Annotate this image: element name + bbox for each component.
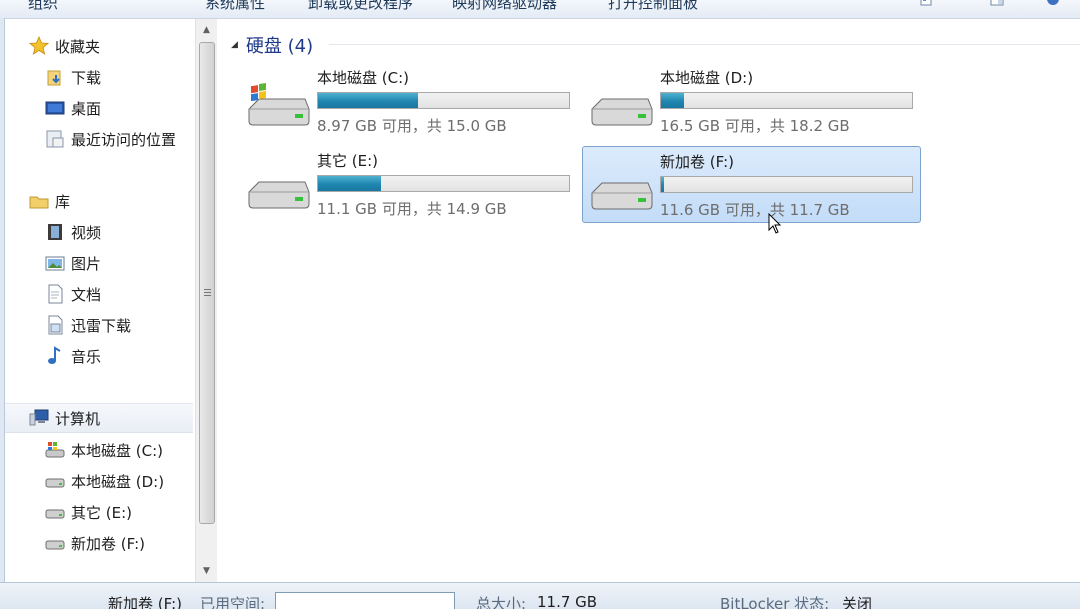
nav-favorites-label: 收藏夹 bbox=[55, 37, 101, 56]
nav-item-drive-c[interactable]: 本地磁盘 (C:) bbox=[45, 437, 195, 463]
drive-icon bbox=[591, 98, 653, 126]
nav-item-label: 文档 bbox=[71, 285, 102, 304]
drive-usage-bar bbox=[317, 175, 570, 192]
drive-name: 本地磁盘 (D:) bbox=[660, 69, 754, 87]
drive-usage-fill bbox=[318, 176, 381, 191]
drive-free-space: 11.6 GB 可用，共 11.7 GB bbox=[660, 201, 850, 219]
drive-name: 本地磁盘 (C:) bbox=[317, 69, 409, 87]
drive-usage-bar bbox=[317, 92, 570, 109]
details-used-space-label: 已用空间: bbox=[200, 595, 266, 609]
library-icon bbox=[29, 191, 49, 211]
content-pane: ◢ 硬盘 (4) 本地磁盘 (C:) 8.97 GB 可用，共 15.0 GB … bbox=[217, 19, 1080, 582]
drive-free-space: 16.5 GB 可用，共 18.2 GB bbox=[660, 117, 850, 135]
group-divider bbox=[329, 44, 1080, 45]
drive-icon bbox=[45, 471, 65, 491]
details-pane: 新加卷 (F:) 已用空间: 总大小: 11.7 GB BitLocker 状态… bbox=[0, 582, 1080, 609]
windows-drive-icon bbox=[248, 83, 310, 126]
drive-free-space: 8.97 GB 可用，共 15.0 GB bbox=[317, 117, 507, 135]
nav-libraries-label: 库 bbox=[55, 192, 71, 211]
drive-free-space: 11.1 GB 可用，共 14.9 GB bbox=[317, 200, 507, 218]
drive-icon bbox=[591, 182, 653, 210]
nav-item-label: 桌面 bbox=[71, 99, 102, 118]
command-bar: 组织 系统属性 卸载或更改程序 映射网络驱动器 打开控制面板 bbox=[0, 0, 1080, 19]
recent-places-icon bbox=[45, 129, 65, 149]
drive-usage-fill bbox=[661, 177, 664, 192]
hard-disks-group-header[interactable]: ◢ 硬盘 (4) bbox=[231, 32, 313, 58]
nav-libraries[interactable]: 库 bbox=[29, 188, 189, 214]
document-icon bbox=[45, 284, 65, 304]
nav-item-label: 新加卷 (F:) bbox=[71, 534, 145, 553]
drive-usage-bar bbox=[660, 92, 913, 109]
drive-icon bbox=[248, 181, 310, 209]
details-bitlocker-value: 关闭 bbox=[842, 595, 873, 609]
desktop-icon bbox=[45, 98, 65, 118]
nav-computer[interactable]: 计算机 bbox=[5, 403, 193, 433]
view-options-icon[interactable] bbox=[920, 0, 934, 8]
drive-usage-bar bbox=[660, 176, 913, 193]
details-bitlocker-label: BitLocker 状态: bbox=[720, 595, 830, 609]
nav-item-label: 视频 bbox=[71, 223, 102, 242]
toolbar-control-panel-button[interactable]: 打开控制面板 bbox=[608, 0, 698, 13]
download-library-icon bbox=[45, 315, 65, 335]
music-note-icon bbox=[45, 346, 65, 366]
star-icon bbox=[29, 36, 49, 56]
windows-drive-icon bbox=[45, 440, 65, 460]
preview-pane-icon[interactable] bbox=[990, 0, 1004, 8]
nav-item-label: 音乐 bbox=[71, 347, 102, 366]
nav-item-desktop[interactable]: 桌面 bbox=[45, 95, 195, 121]
mouse-cursor-icon bbox=[768, 213, 782, 234]
drive-name: 其它 (E:) bbox=[317, 152, 379, 170]
details-total-size-label: 总大小: bbox=[476, 595, 527, 609]
nav-item-label: 本地磁盘 (D:) bbox=[71, 472, 165, 491]
collapse-triangle-icon[interactable]: ◢ bbox=[231, 40, 238, 50]
drive-usage-fill bbox=[318, 93, 419, 108]
nav-item-label: 本地磁盘 (C:) bbox=[71, 441, 163, 460]
toolbar-map-drive-button[interactable]: 映射网络驱动器 bbox=[452, 0, 557, 13]
drive-tile-c[interactable]: 本地磁盘 (C:) 8.97 GB 可用，共 15.0 GB bbox=[241, 67, 577, 141]
drive-tile-f[interactable]: 新加卷 (F:) 11.6 GB 可用，共 11.7 GB bbox=[582, 146, 921, 223]
drive-tile-d[interactable]: 本地磁盘 (D:) 16.5 GB 可用，共 18.2 GB bbox=[584, 67, 920, 141]
nav-item-downloads[interactable]: 下载 bbox=[45, 64, 195, 90]
scrollbar-grip-icon bbox=[204, 289, 211, 298]
nav-item-drive-f[interactable]: 新加卷 (F:) bbox=[45, 530, 195, 556]
computer-icon bbox=[29, 408, 49, 428]
nav-item-pictures[interactable]: 图片 bbox=[45, 250, 195, 276]
nav-item-label: 迅雷下载 bbox=[71, 316, 132, 335]
toolbar-organize-button[interactable]: 组织 bbox=[28, 0, 58, 13]
details-used-space-bar bbox=[275, 592, 455, 609]
navigation-scrollbar[interactable]: ▲ ▼ bbox=[195, 19, 218, 582]
picture-icon bbox=[45, 253, 65, 273]
nav-item-drive-e[interactable]: 其它 (E:) bbox=[45, 499, 195, 525]
nav-item-label: 其它 (E:) bbox=[71, 503, 133, 522]
scroll-down-arrow-icon[interactable]: ▼ bbox=[196, 562, 217, 579]
drive-icon bbox=[45, 533, 65, 553]
toolbar-uninstall-button[interactable]: 卸载或更改程序 bbox=[308, 0, 413, 13]
toolbar-system-properties-button[interactable]: 系统属性 bbox=[205, 0, 265, 13]
group-title: 硬盘 (4) bbox=[245, 36, 314, 57]
help-icon[interactable] bbox=[1046, 0, 1060, 8]
drive-name: 新加卷 (F:) bbox=[660, 153, 734, 171]
details-drive-name: 新加卷 (F:) bbox=[108, 595, 182, 609]
scroll-up-arrow-icon[interactable]: ▲ bbox=[196, 21, 217, 38]
nav-computer-label: 计算机 bbox=[55, 409, 101, 428]
nav-item-videos[interactable]: 视频 bbox=[45, 219, 195, 245]
details-total-size-value: 11.7 GB bbox=[537, 593, 598, 609]
drive-icon bbox=[45, 502, 65, 522]
downloads-folder-icon bbox=[45, 67, 65, 87]
film-icon bbox=[45, 222, 65, 242]
scrollbar-thumb[interactable] bbox=[199, 42, 215, 524]
nav-item-recent-places[interactable]: 最近访问的位置 bbox=[45, 126, 195, 152]
nav-item-label: 下载 bbox=[71, 68, 102, 87]
nav-item-documents[interactable]: 文档 bbox=[45, 281, 195, 307]
navigation-pane: 收藏夹 下载 桌面 最近访问的位置 库 视频 图片 文档 迅雷下载 音乐 计算机… bbox=[5, 19, 195, 582]
nav-item-drive-d[interactable]: 本地磁盘 (D:) bbox=[45, 468, 195, 494]
nav-item-label: 最近访问的位置 bbox=[71, 130, 177, 149]
nav-item-label: 图片 bbox=[71, 254, 102, 273]
nav-item-thunder-downloads[interactable]: 迅雷下载 bbox=[45, 312, 195, 338]
drive-tile-e[interactable]: 其它 (E:) 11.1 GB 可用，共 14.9 GB bbox=[241, 150, 577, 224]
nav-favorites[interactable]: 收藏夹 bbox=[29, 33, 189, 59]
nav-item-music[interactable]: 音乐 bbox=[45, 343, 195, 369]
drive-usage-fill bbox=[661, 93, 684, 108]
